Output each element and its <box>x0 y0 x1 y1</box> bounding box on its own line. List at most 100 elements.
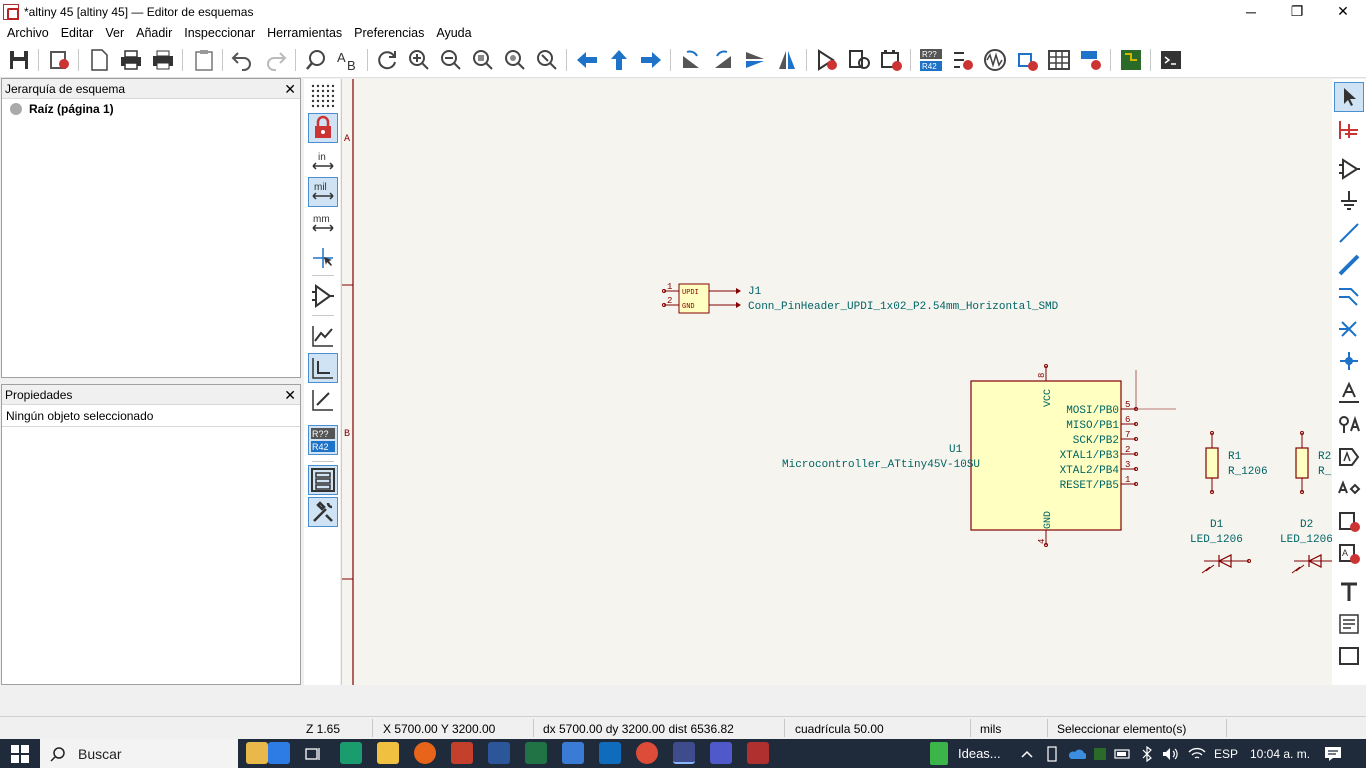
paste-icon[interactable] <box>190 46 218 74</box>
rotate-cw-icon[interactable] <box>709 46 737 74</box>
plot-icon[interactable] <box>149 46 177 74</box>
erc-icon[interactable] <box>949 46 977 74</box>
add-no-connect-icon[interactable] <box>1334 314 1364 344</box>
add-symbol-icon[interactable] <box>1334 154 1364 184</box>
generate-bom-icon[interactable] <box>1077 46 1105 74</box>
add-textbox-icon[interactable] <box>1334 609 1364 639</box>
hierarchy-root-item[interactable]: Raíz (página 1) <box>2 99 300 119</box>
assign-footprints-icon[interactable] <box>1013 46 1041 74</box>
r1-resistor[interactable]: R1 R_1206 <box>1205 431 1268 494</box>
kicad-schematic-taskbar-icon[interactable] <box>747 742 769 764</box>
taskbar-search-box[interactable]: Buscar <box>40 739 238 768</box>
add-bus-icon[interactable] <box>1334 250 1364 280</box>
zoom-in-icon[interactable] <box>405 46 433 74</box>
find-replace-icon[interactable]: AB <box>334 46 362 74</box>
find-icon[interactable] <box>302 46 330 74</box>
grid-toggle-icon[interactable] <box>308 81 338 111</box>
cursor-crosshair-icon[interactable] <box>308 243 338 273</box>
add-text-icon[interactable] <box>1334 577 1364 607</box>
mirror-horizontal-icon[interactable] <box>773 46 801 74</box>
add-hierarchical-label-icon[interactable] <box>1334 474 1364 504</box>
menu-ayuda[interactable]: Ayuda <box>430 26 477 40</box>
teams-icon[interactable] <box>710 742 732 764</box>
word-icon[interactable] <box>488 742 510 764</box>
close-button[interactable]: ✕ <box>1320 0 1366 23</box>
add-bus-entry-icon[interactable] <box>1334 282 1364 312</box>
notifications-icon[interactable] <box>1322 742 1344 765</box>
navigate-forward-icon[interactable] <box>637 46 665 74</box>
line-mode-90-icon[interactable] <box>308 353 338 383</box>
undo-icon[interactable] <box>228 46 256 74</box>
usb-icon[interactable] <box>1044 742 1060 765</box>
redo-icon[interactable] <box>262 46 290 74</box>
simulator-icon[interactable] <box>981 46 1009 74</box>
units-inch-icon[interactable]: in <box>308 147 338 177</box>
schematic-drawing[interactable]: A B 1 2 UPDI GND J1 Conn_PinHeader_UPDI_… <box>342 79 1332 685</box>
firefox-icon[interactable] <box>414 742 436 764</box>
pcb-editor-icon[interactable] <box>1117 46 1145 74</box>
kicad-tray-icon[interactable] <box>1092 742 1108 765</box>
menu-preferencias[interactable]: Preferencias <box>348 26 430 40</box>
scripting-console-icon[interactable] <box>1157 46 1185 74</box>
symbol-browser-icon[interactable] <box>845 46 873 74</box>
zoom-fit-icon[interactable] <box>469 46 497 74</box>
powerpoint-icon[interactable] <box>451 742 473 764</box>
zoom-objects-icon[interactable] <box>501 46 529 74</box>
import-sheet-pin-icon[interactable]: A <box>1334 538 1364 568</box>
add-netclass-label-icon[interactable] <box>1334 410 1364 440</box>
zoom-selection-icon[interactable] <box>533 46 561 74</box>
properties-close-icon[interactable]: ✕ <box>284 387 296 404</box>
hierarchy-close-icon[interactable]: ✕ <box>284 81 296 98</box>
add-junction-icon[interactable] <box>1334 346 1364 376</box>
volume-icon[interactable] <box>1162 742 1180 765</box>
navigate-back-icon[interactable] <box>573 46 601 74</box>
menu-editar[interactable]: Editar <box>55 26 100 40</box>
store-icon[interactable] <box>562 742 584 764</box>
edge-browser-icon[interactable] <box>340 742 362 764</box>
u1-microcontroller[interactable]: VCC GND 8 4 5 MOSI/PB0 6 MISO/PB1 7 SCK/PB2 2X… <box>782 364 1176 547</box>
onedrive-icon[interactable] <box>1068 742 1086 765</box>
windows-start-icon[interactable] <box>8 742 32 765</box>
schematic-canvas[interactable]: A B 1 2 UPDI GND J1 Conn_PinHeader_UPDI_… <box>341 79 1332 685</box>
line-mode-45-icon[interactable] <box>308 385 338 415</box>
taskbar-language[interactable]: ESP <box>1214 742 1238 765</box>
minimize-button[interactable]: ─ <box>1228 0 1274 23</box>
maximize-button[interactable]: ❐ <box>1274 0 1320 23</box>
file-explorer-icon[interactable] <box>377 742 399 764</box>
chrome-icon[interactable] <box>636 742 658 764</box>
taskbar-clock[interactable]: 10:04 a. m. <box>1250 742 1310 765</box>
mirror-vertical-icon[interactable] <box>741 46 769 74</box>
ideas-icon[interactable] <box>930 742 948 765</box>
outlook-icon[interactable] <box>599 742 621 764</box>
add-sheet-icon[interactable] <box>1334 506 1364 536</box>
wifi-icon[interactable] <box>1188 742 1206 765</box>
add-wire-icon[interactable] <box>1334 218 1364 248</box>
d1-led[interactable]: D1 LED_1206 <box>1190 519 1251 574</box>
grid-lock-icon[interactable] <box>308 113 338 143</box>
highlight-net-icon[interactable] <box>1334 115 1364 145</box>
taskbar-ideas-label[interactable]: Ideas... <box>958 742 1001 765</box>
save-icon[interactable] <box>5 46 33 74</box>
bluetooth-icon[interactable] <box>1140 742 1154 765</box>
menu-inspeccionar[interactable]: Inspeccionar <box>178 26 261 40</box>
add-label-icon[interactable] <box>1334 378 1364 408</box>
footprint-editor-icon[interactable] <box>877 46 905 74</box>
properties-panel-toggle-icon[interactable] <box>308 497 338 527</box>
schematic-setup-icon[interactable] <box>46 46 74 74</box>
add-rectangle-icon[interactable] <box>1334 641 1364 671</box>
menu-herramientas[interactable]: Herramientas <box>261 26 348 40</box>
refresh-icon[interactable] <box>373 46 401 74</box>
taskbar-app-icon[interactable] <box>268 742 290 764</box>
show-pins-icon[interactable] <box>308 281 338 311</box>
zoom-out-icon[interactable] <box>437 46 465 74</box>
bom-table-icon[interactable] <box>1045 46 1073 74</box>
menu-ver[interactable]: Ver <box>99 26 130 40</box>
annotation-toggle-icon[interactable]: R?? R42 <box>308 425 338 455</box>
menu-anadir[interactable]: Añadir <box>130 26 178 40</box>
line-mode-free-icon[interactable] <box>308 321 338 351</box>
r2-resistor[interactable]: R2 R_ <box>1295 431 1332 494</box>
battery-icon[interactable] <box>1114 742 1132 765</box>
print-icon[interactable] <box>117 46 145 74</box>
taskbar-notes-app-icon[interactable] <box>246 742 268 764</box>
symbol-editor-icon[interactable] <box>813 46 841 74</box>
